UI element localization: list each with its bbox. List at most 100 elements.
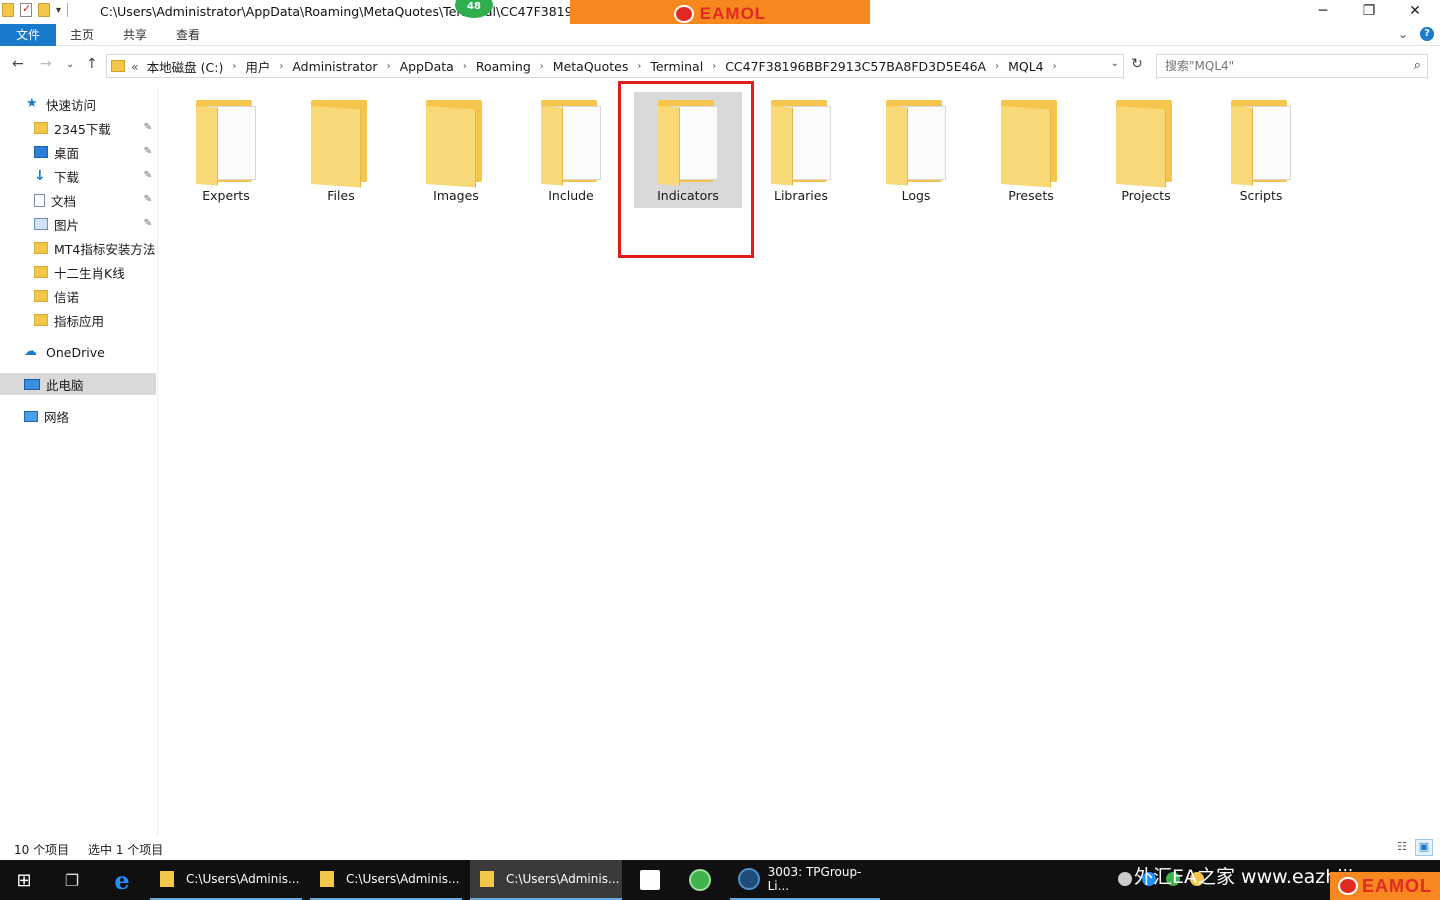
sidebar-item-desktop[interactable]: 桌面 ✎ — [0, 141, 156, 163]
taskbar-app-explorer-2[interactable]: C:\Users\Adminis... — [310, 860, 462, 900]
chevron-right-icon[interactable]: › — [232, 61, 236, 72]
sidebar-item-label: 文档 — [51, 193, 77, 209]
tab-share[interactable]: 共享 — [123, 24, 147, 46]
sidebar-item-documents[interactable]: 文档 ✎ — [0, 189, 156, 211]
folder-icon — [1231, 100, 1293, 186]
sidebar-item-this-pc[interactable]: 此电脑 — [0, 373, 156, 395]
folder-scripts[interactable]: Scripts — [1207, 92, 1315, 208]
edge-browser-icon[interactable]: e — [100, 860, 144, 900]
chevron-right-icon[interactable]: › — [387, 61, 391, 72]
folder-label: Presets — [1008, 188, 1054, 203]
folder-logs[interactable]: Logs — [862, 92, 970, 208]
sidebar-item-network[interactable]: 网络 — [0, 405, 156, 427]
sidebar-item-2345-downloads[interactable]: 2345下载 ✎ — [0, 117, 156, 139]
close-button[interactable]: ✕ — [1392, 0, 1438, 24]
store-button[interactable] — [628, 860, 672, 900]
recent-locations-button[interactable]: ⌄ — [66, 59, 74, 70]
large-icons-view-icon[interactable]: ▣ — [1415, 839, 1433, 856]
chevron-right-icon[interactable]: › — [637, 61, 641, 72]
minimize-button[interactable]: ─ — [1300, 0, 1346, 24]
search-input[interactable] — [1165, 56, 1405, 76]
customize-toolbar-icon[interactable]: ▾ — [56, 5, 61, 16]
pin-icon[interactable]: ✎ — [144, 218, 152, 229]
folder-icon — [320, 871, 334, 887]
folder-label: Experts — [202, 188, 250, 203]
details-view-icon[interactable]: ☷ — [1393, 839, 1411, 856]
search-box[interactable]: ⌕ — [1156, 54, 1428, 78]
folder-include[interactable]: Include — [517, 92, 625, 208]
folder-icon[interactable] — [2, 3, 14, 17]
folder-images[interactable]: Images — [402, 92, 510, 208]
folder-icon — [480, 871, 494, 887]
folder-icon — [34, 314, 48, 326]
sidebar-item-label: 此电脑 — [46, 377, 84, 393]
sidebar-item-zodiac-kline[interactable]: 十二生肖K线 — [0, 261, 156, 283]
expand-ribbon-icon[interactable]: ⌄ — [1398, 27, 1408, 41]
chevron-right-icon[interactable]: › — [712, 61, 716, 72]
folder-icon — [111, 60, 125, 72]
up-button[interactable]: ↑ — [86, 56, 98, 72]
chevron-right-icon[interactable]: › — [1053, 61, 1057, 72]
navigation-bar: ← → ⌄ ↑ « 本地磁盘 (C:) › 用户 › Administrator… — [0, 52, 1440, 80]
properties-icon[interactable] — [20, 2, 32, 17]
start-button[interactable]: ⊞ — [0, 860, 48, 900]
sidebar-item-pictures[interactable]: 图片 ✎ — [0, 213, 156, 235]
breadcrumb-item[interactable]: Administrator — [292, 59, 377, 74]
folder-icon — [1001, 100, 1063, 188]
file-list: Experts Files Images Include Indicators … — [160, 80, 1440, 836]
breadcrumb-item[interactable]: CC47F38196BBF2913C57BA8FD3D5E46A — [725, 59, 986, 74]
folder-libraries[interactable]: Libraries — [747, 92, 855, 208]
taskbar-app-label: 3003: TPGroup-Li... — [767, 865, 862, 893]
tab-home[interactable]: 主页 — [70, 24, 94, 46]
restore-button[interactable]: ❐ — [1346, 0, 1392, 24]
pin-icon[interactable]: ✎ — [144, 170, 152, 181]
sidebar-item-indicator-apps[interactable]: 指标应用 — [0, 309, 156, 331]
ribbon: 文件 主页 共享 查看 ⌄ ? — [0, 24, 1440, 46]
new-folder-icon[interactable] — [38, 3, 50, 17]
tray-icon[interactable] — [1118, 872, 1132, 886]
address-bar[interactable]: « 本地磁盘 (C:) › 用户 › Administrator › AppDa… — [106, 54, 1124, 78]
forward-button[interactable]: → — [40, 56, 52, 72]
chevron-right-icon[interactable]: › — [463, 61, 467, 72]
help-icon[interactable]: ? — [1420, 27, 1434, 41]
breadcrumb-item[interactable]: MetaQuotes — [553, 59, 629, 74]
breadcrumb-item[interactable]: AppData — [400, 59, 454, 74]
chevron-down-icon[interactable]: ⌄ — [1111, 58, 1119, 69]
breadcrumb-item[interactable]: 用户 — [245, 57, 270, 76]
folder-presets[interactable]: Presets — [977, 92, 1085, 208]
sidebar-item-quick-access[interactable]: ★ 快速访问 — [0, 93, 156, 115]
back-button[interactable]: ← — [12, 56, 24, 72]
folder-files[interactable]: Files — [287, 92, 395, 208]
breadcrumb-item[interactable]: Terminal — [650, 59, 703, 74]
chevron-right-icon[interactable]: › — [279, 61, 283, 72]
pin-icon[interactable]: ✎ — [144, 194, 152, 205]
folder-label: Files — [327, 188, 355, 203]
breadcrumb-item[interactable]: Roaming — [476, 59, 531, 74]
tab-file[interactable]: 文件 — [0, 24, 56, 46]
sidebar-item-label: 桌面 — [54, 145, 80, 161]
taskbar-app-explorer-1[interactable]: C:\Users\Adminis... — [150, 860, 302, 900]
taskbar-app-explorer-3[interactable]: C:\Users\Adminis... — [470, 860, 622, 900]
breadcrumb-item[interactable]: MQL4 — [1008, 59, 1044, 74]
taskbar-app-mt4[interactable]: 3003: TPGroup-Li... — [730, 860, 880, 900]
eamol-logo-icon — [1338, 877, 1358, 895]
search-icon[interactable]: ⌕ — [1414, 58, 1421, 73]
tab-view[interactable]: 查看 — [176, 24, 200, 46]
chevron-right-icon[interactable]: › — [540, 61, 544, 72]
task-view-button[interactable]: ❐ — [50, 860, 94, 900]
breadcrumb-item[interactable]: 本地磁盘 (C:) — [147, 57, 224, 76]
chevron-right-icon[interactable]: › — [995, 61, 999, 72]
sidebar-item-downloads[interactable]: ↓ 下载 ✎ — [0, 165, 156, 187]
sidebar-item-xinnuo[interactable]: 信诺 — [0, 285, 156, 307]
pin-icon[interactable]: ✎ — [144, 122, 152, 133]
folder-icon — [311, 100, 373, 188]
folder-experts[interactable]: Experts — [172, 92, 280, 208]
folder-projects[interactable]: Projects — [1092, 92, 1200, 208]
pin-icon[interactable]: ✎ — [144, 146, 152, 157]
mt4-terminal-icon — [738, 868, 760, 890]
sidebar-item-mt4-install[interactable]: MT4指标安装方法 — [0, 237, 156, 259]
refresh-button[interactable]: ↻ — [1126, 56, 1148, 78]
sidebar-item-onedrive[interactable]: ☁ OneDrive — [0, 341, 156, 363]
browser-360-button[interactable] — [678, 860, 722, 900]
breadcrumb-overflow[interactable]: « — [131, 59, 139, 74]
